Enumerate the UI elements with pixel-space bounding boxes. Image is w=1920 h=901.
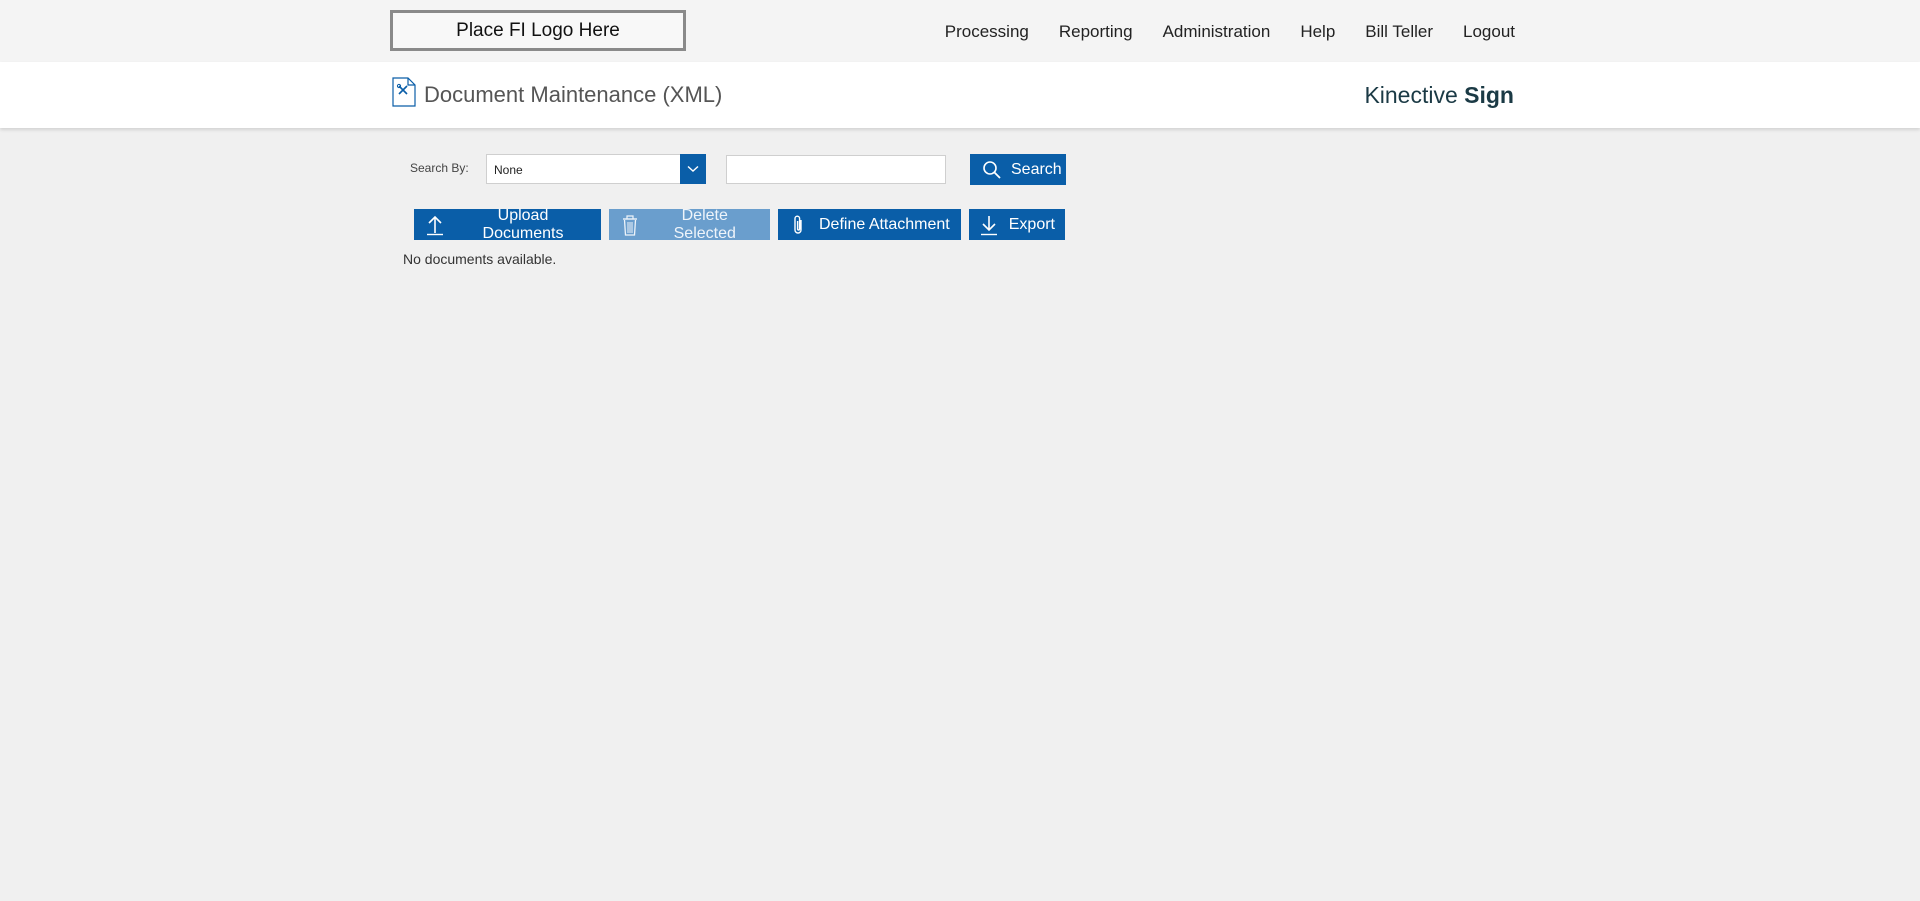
upload-documents-label: Upload Documents [482,206,564,242]
document-tools-icon [392,77,416,107]
nav-processing[interactable]: Processing [945,22,1029,42]
search-by-label: Search By: [410,161,469,175]
download-icon [979,214,1000,236]
paperclip-icon [788,214,810,236]
page-title: Document Maintenance (XML) [424,82,723,107]
brand-name: Kinective [1364,82,1465,108]
trash-icon [619,214,641,236]
brand-product: Sign [1464,82,1514,108]
delete-selected-button[interactable]: Delete Selected [609,206,770,242]
brand-logo: Kinective Sign [1364,82,1514,109]
export-button[interactable]: Export [969,209,1065,240]
search-button-label: Search [1011,160,1062,178]
nav-help[interactable]: Help [1300,22,1335,42]
chevron-down-icon [687,165,699,172]
define-attachment-button[interactable]: Define Attachment [778,209,961,240]
define-attachment-label: Define Attachment [819,215,950,233]
search-input[interactable] [726,155,946,184]
nav-logout[interactable]: Logout [1463,22,1515,42]
main-nav: Processing Reporting Administration Help… [915,22,1515,42]
nav-reporting[interactable]: Reporting [1059,22,1133,42]
dropdown-toggle[interactable] [680,154,706,184]
delete-selected-label: Delete Selected [673,206,736,242]
upload-icon [424,214,446,236]
search-by-select[interactable]: None [486,154,706,184]
page-header: Document Maintenance (XML) Kinective Sig… [0,62,1920,128]
nav-administration[interactable]: Administration [1163,22,1271,42]
fi-logo-placeholder: Place FI Logo Here [390,10,686,51]
empty-state-message: No documents available. [403,251,557,267]
upload-documents-button[interactable]: Upload Documents [414,206,601,242]
nav-user-name[interactable]: Bill Teller [1365,22,1433,42]
search-by-value: None [494,163,523,177]
top-bar: Place FI Logo Here Processing Reporting … [0,0,1920,62]
search-icon [982,159,1002,181]
search-button[interactable]: Search [970,154,1066,185]
export-label: Export [1008,215,1055,233]
logo-text: Place FI Logo Here [456,19,620,41]
